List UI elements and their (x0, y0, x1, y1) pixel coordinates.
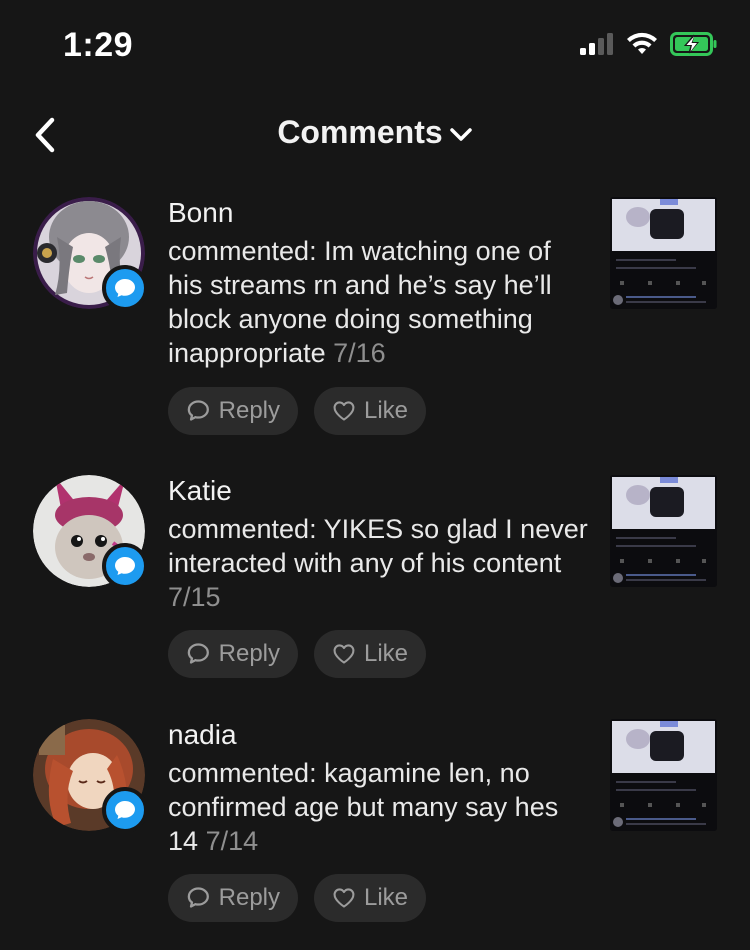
wifi-icon (627, 32, 657, 54)
comment-text: commented: kagamine len, no confirmed ag… (168, 756, 588, 858)
status-bar: 1:29 (0, 0, 750, 90)
comment-actions: Reply Like (168, 630, 426, 678)
reply-bubble-icon (187, 400, 209, 421)
avatar-wrap[interactable] (33, 475, 148, 589)
header: Comments (0, 100, 750, 170)
commenter-name[interactable]: Bonn (168, 197, 233, 229)
like-label: Like (363, 884, 408, 911)
like-button[interactable]: Like (314, 874, 426, 922)
comment-badge (102, 543, 148, 589)
avatar-wrap[interactable] (33, 719, 148, 833)
post-thumbnail[interactable] (610, 475, 717, 587)
status-icons (580, 32, 718, 56)
comment-badge (102, 265, 148, 311)
speech-bubble-icon (115, 557, 135, 575)
comment-body: commented: YIKES so glad I never interac… (168, 514, 588, 578)
like-button[interactable]: Like (314, 387, 426, 435)
reply-button[interactable]: Reply (168, 874, 298, 922)
speech-bubble-icon (115, 279, 135, 297)
avatar-wrap[interactable] (33, 197, 148, 311)
comment-text: commented: YIKES so glad I never interac… (168, 512, 588, 614)
reply-label: Reply (218, 884, 280, 911)
comment-actions: Reply Like (168, 387, 426, 435)
commenter-name[interactable]: nadia (168, 719, 237, 751)
reply-label: Reply (218, 640, 280, 667)
like-label: Like (363, 640, 408, 667)
post-thumbnail[interactable] (610, 719, 717, 831)
comment-actions: Reply Like (168, 874, 426, 922)
comments-filter-dropdown[interactable]: Comments (0, 114, 750, 151)
heart-icon (333, 401, 355, 421)
reply-button[interactable]: Reply (168, 387, 298, 435)
cellular-signal-icon (580, 33, 613, 55)
reply-bubble-icon (187, 887, 209, 908)
comment-text: commented: Im watching one of his stream… (168, 234, 588, 370)
status-time: 1:29 (63, 26, 134, 64)
page-title: Comments (277, 114, 443, 150)
like-label: Like (363, 397, 408, 424)
comment-date: 7/14 (205, 826, 259, 856)
like-button[interactable]: Like (314, 630, 426, 678)
battery-charging-icon (670, 32, 717, 56)
commenter-name[interactable]: Katie (168, 475, 232, 507)
heart-icon (333, 644, 355, 664)
comment-date: 7/15 (168, 582, 221, 612)
comment-badge (102, 787, 148, 833)
post-thumbnail[interactable] (610, 197, 717, 309)
heart-icon (333, 888, 355, 908)
speech-bubble-icon (115, 801, 135, 819)
reply-bubble-icon (187, 643, 209, 664)
reply-label: Reply (218, 397, 280, 424)
comment-date: 7/16 (333, 338, 386, 368)
reply-button[interactable]: Reply (168, 630, 298, 678)
chevron-down-icon (449, 127, 472, 141)
